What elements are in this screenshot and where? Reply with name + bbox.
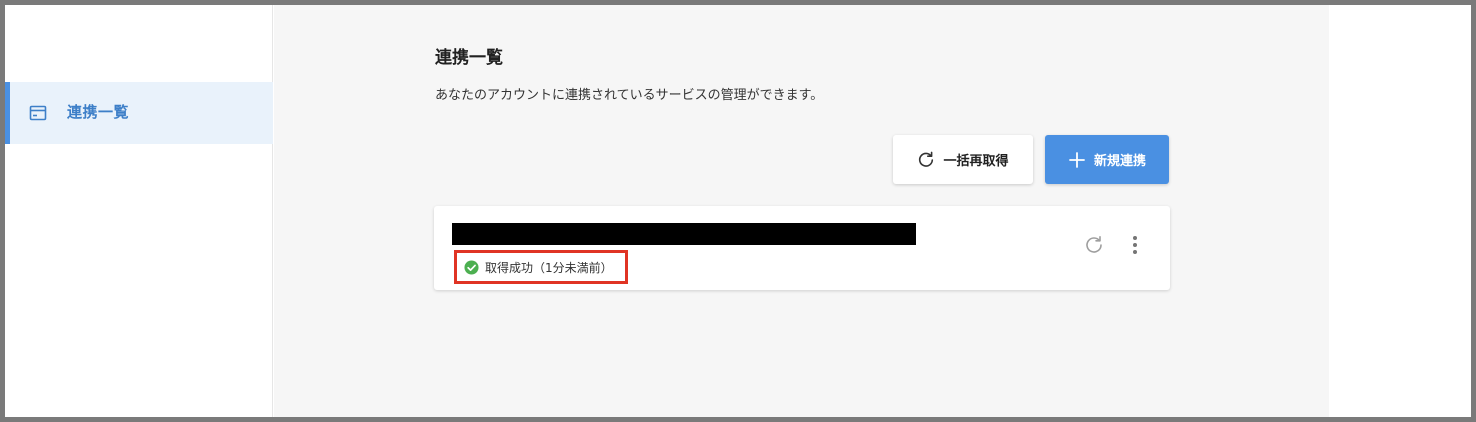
refresh-all-button[interactable]: 一括再取得 [893, 135, 1033, 184]
service-card: 取得成功（1分未満前） [434, 206, 1170, 290]
card-icon [29, 105, 47, 121]
app-window: 連携一覧 連携一覧 あなたのアカウントに連携されているサービスの管理ができます。… [0, 0, 1476, 422]
refresh-icon [919, 151, 934, 167]
plus-icon [1069, 151, 1085, 168]
page-description: あなたのアカウントに連携されているサービスの管理ができます。 [435, 88, 824, 103]
new-link-label: 新規連携 [1093, 154, 1146, 169]
sidebar-item-label: 連携一覧 [67, 103, 130, 121]
new-link-button[interactable]: 新規連携 [1045, 135, 1169, 184]
sidebar-item-link-list[interactable]: 連携一覧 [5, 82, 273, 144]
sidebar: 連携一覧 [5, 5, 273, 417]
status-text: 取得成功（1分未満前） [485, 260, 613, 275]
more-options-icon[interactable] [1128, 234, 1142, 256]
refresh-icon[interactable] [1084, 235, 1104, 255]
refresh-all-label: 一括再取得 [943, 154, 1009, 169]
main-content: 連携一覧 あなたのアカウントに連携されているサービスの管理ができます。 一括再取… [274, 5, 1329, 417]
page-title: 連携一覧 [435, 48, 503, 68]
active-indicator [5, 82, 10, 144]
redacted-service-name [452, 223, 916, 245]
status-badge: 取得成功（1分未満前） [454, 250, 628, 284]
check-circle-icon [464, 259, 479, 275]
